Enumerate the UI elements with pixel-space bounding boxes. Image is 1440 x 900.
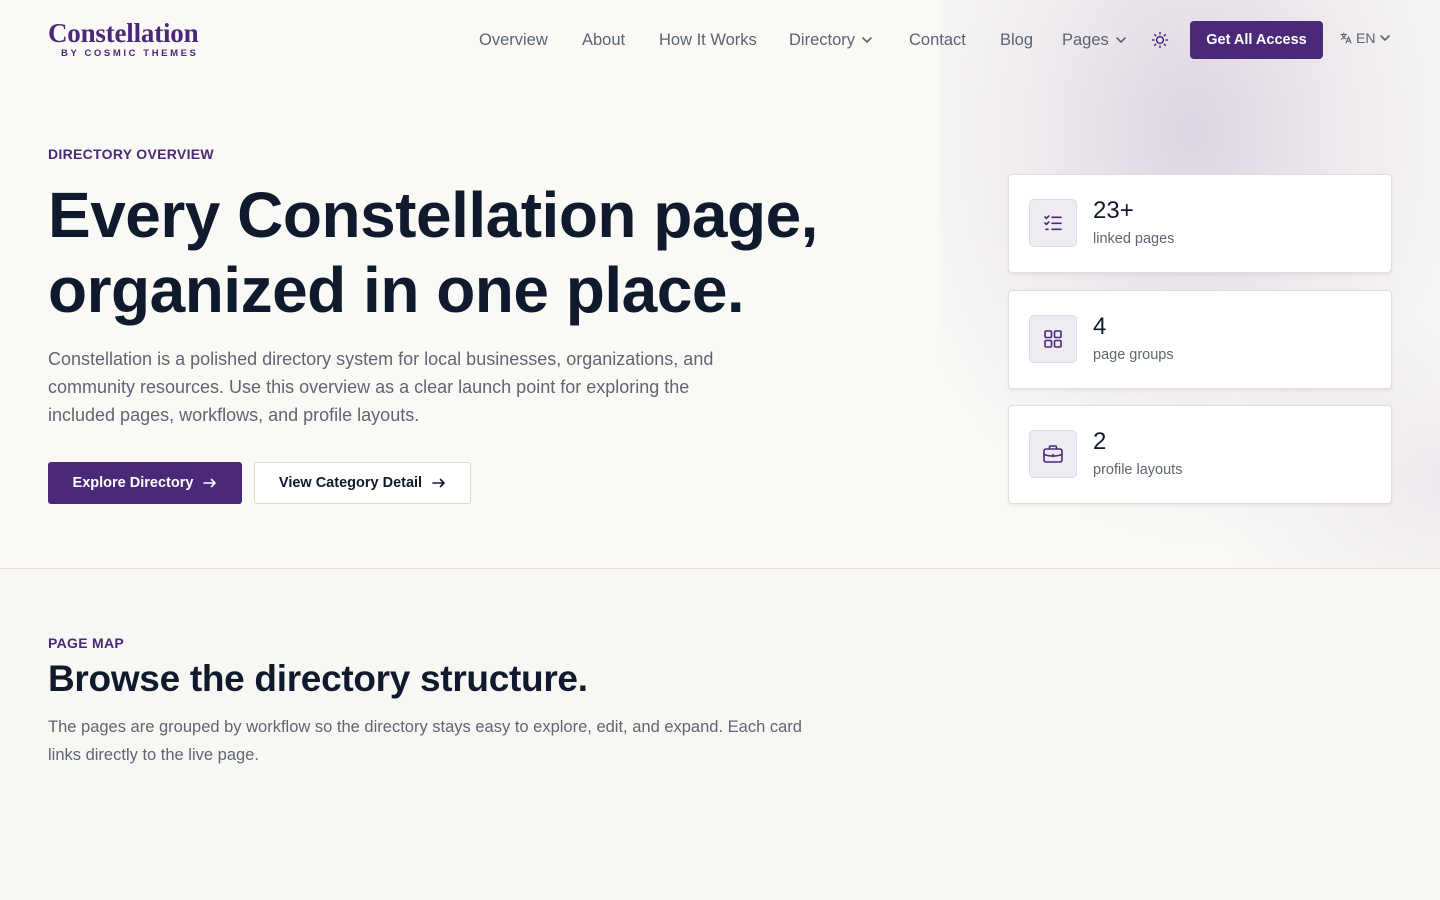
nav-item-label: Blog <box>1000 31 1034 49</box>
brand-name: Constellation <box>48 18 199 48</box>
briefcase-icon <box>1029 430 1077 478</box>
explore-directory-button[interactable]: Explore Directory <box>48 462 242 504</box>
language-label: EN <box>1356 30 1376 46</box>
brand-logo[interactable]: Constellation BY COSMIC THEMES <box>48 18 199 59</box>
hero-eyebrow: DIRECTORY OVERVIEW <box>48 146 214 162</box>
nav-item-blog[interactable]: Blog <box>1000 29 1033 51</box>
section-divider <box>0 568 1440 569</box>
brand-subtitle: BY COSMIC THEMES <box>61 48 199 59</box>
stat-value: 2 <box>1093 428 1107 455</box>
page-map-description: The pages are grouped by workflow so the… <box>48 718 802 764</box>
nav-item-label: Contact <box>909 31 966 49</box>
page-map-title: Browse the directory structure. <box>48 658 588 699</box>
nav-item-label: How It Works <box>659 31 757 49</box>
nav-item-directory[interactable]: Directory <box>789 29 873 51</box>
language-selector[interactable]: EN <box>1340 30 1391 46</box>
nav-item-label: Directory <box>789 31 856 49</box>
nav-item-label: Pages <box>1062 31 1109 49</box>
button-label: View Category Detail <box>278 475 423 491</box>
hero-title: Every Constellation page, organized in o… <box>48 179 818 326</box>
stat-value: 23+ <box>1093 197 1134 224</box>
nav-item-overview[interactable]: Overview <box>479 29 548 51</box>
nav-item-contact[interactable]: Contact <box>909 29 966 51</box>
nav-item-about[interactable]: About <box>582 29 625 51</box>
stat-card-profile-layouts: 2 profile layouts <box>1008 405 1392 504</box>
nav-item-label: Overview <box>479 31 548 49</box>
nav-item-how-it-works[interactable]: How It Works <box>659 29 757 51</box>
stat-card-linked-pages: 23+ linked pages <box>1008 174 1392 273</box>
translate-icon <box>1340 32 1352 44</box>
arrow-right-icon <box>203 478 217 488</box>
get-all-access-button[interactable]: Get All Access <box>1190 21 1323 59</box>
list-check-icon <box>1029 199 1077 247</box>
button-label: Explore Directory <box>72 475 194 491</box>
site-header: Constellation BY COSMIC THEMES Overview … <box>0 0 1440 80</box>
grid-icon <box>1029 315 1077 363</box>
stat-label: profile layouts <box>1093 462 1183 478</box>
view-category-detail-button[interactable]: View Category Detail <box>254 462 471 504</box>
stat-label: page groups <box>1093 347 1174 363</box>
arrow-right-icon <box>432 478 445 488</box>
chevron-down-icon <box>1380 35 1391 41</box>
sun-icon[interactable] <box>1151 31 1169 49</box>
chevron-down-icon <box>1115 37 1126 43</box>
nav-item-label: About <box>582 31 626 49</box>
stat-value: 4 <box>1093 313 1107 340</box>
chevron-down-icon <box>862 37 872 43</box>
nav-item-pages[interactable]: Pages <box>1062 29 1127 51</box>
stat-label: linked pages <box>1093 231 1175 247</box>
hero-description: Constellation is a polished directory sy… <box>48 349 714 425</box>
stat-card-page-groups: 4 page groups <box>1008 290 1392 389</box>
page-map-eyebrow: PAGE MAP <box>48 635 125 651</box>
